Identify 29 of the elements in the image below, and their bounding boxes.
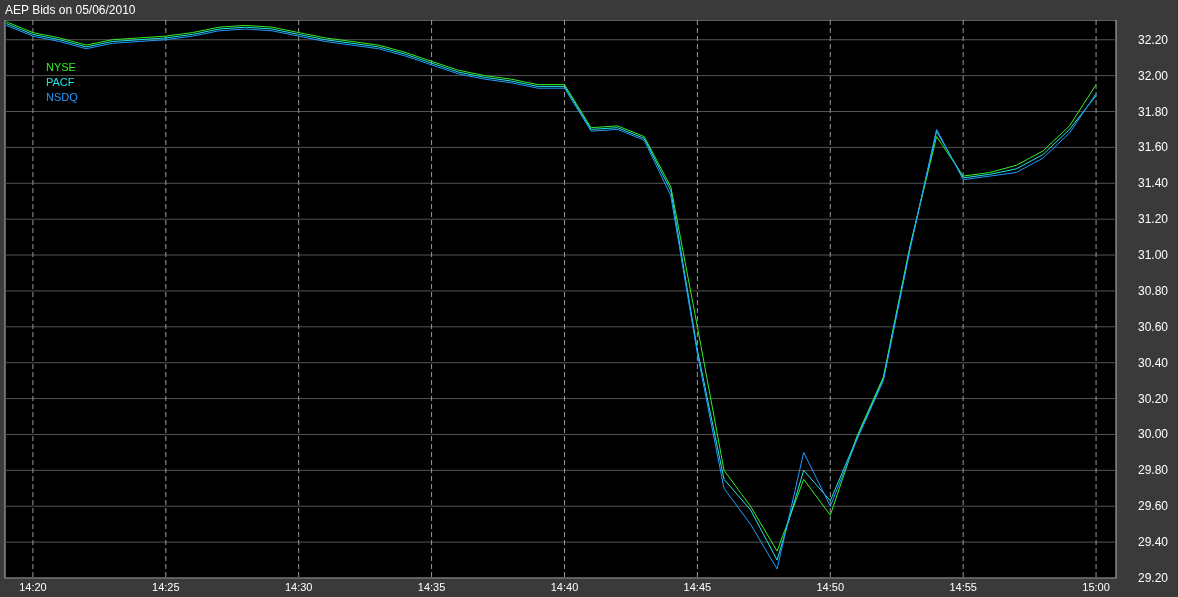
x-tick-label: 14:20 xyxy=(19,581,47,593)
y-tick-label: 29.20 xyxy=(1137,571,1168,585)
legend-label: NYSE xyxy=(46,61,76,73)
y-tick-label: 30.20 xyxy=(1137,391,1168,406)
x-tick-label: 14:55 xyxy=(949,581,977,593)
y-tick-label: 30.80 xyxy=(1137,283,1168,298)
legend-label: NSDQ xyxy=(46,91,78,103)
x-tick-label: 14:25 xyxy=(152,581,180,593)
y-tick-label: 31.60 xyxy=(1137,140,1168,155)
y-tick-label: 31.00 xyxy=(1137,248,1168,263)
y-tick-label: 32.20 xyxy=(1137,32,1168,47)
x-tick-label: 15:00 xyxy=(1082,581,1110,593)
x-tick-label: 14:50 xyxy=(816,581,845,593)
x-tick-label: 14:40 xyxy=(550,581,579,593)
window-title: AEP Bids on 05/06/2010 xyxy=(5,3,136,17)
x-tick-label: 14:45 xyxy=(683,581,712,593)
x-tick-label: 14:30 xyxy=(284,581,313,593)
x-tick-label: 14:35 xyxy=(417,581,446,593)
y-tick-label: 31.80 xyxy=(1137,104,1168,119)
y-tick-label: 31.40 xyxy=(1137,176,1168,191)
y-tick-label: 30.60 xyxy=(1137,319,1168,334)
y-tick-label: 32.00 xyxy=(1137,68,1168,83)
y-tick-label: 30.40 xyxy=(1137,355,1168,370)
legend-label: PACF xyxy=(46,76,75,88)
y-tick-label: 29.40 xyxy=(1137,535,1168,550)
y-tick-label: 29.80 xyxy=(1137,463,1168,478)
y-tick-label: 31.20 xyxy=(1137,212,1168,227)
y-tick-label: 30.00 xyxy=(1137,427,1168,442)
y-tick-label: 29.60 xyxy=(1137,499,1168,514)
